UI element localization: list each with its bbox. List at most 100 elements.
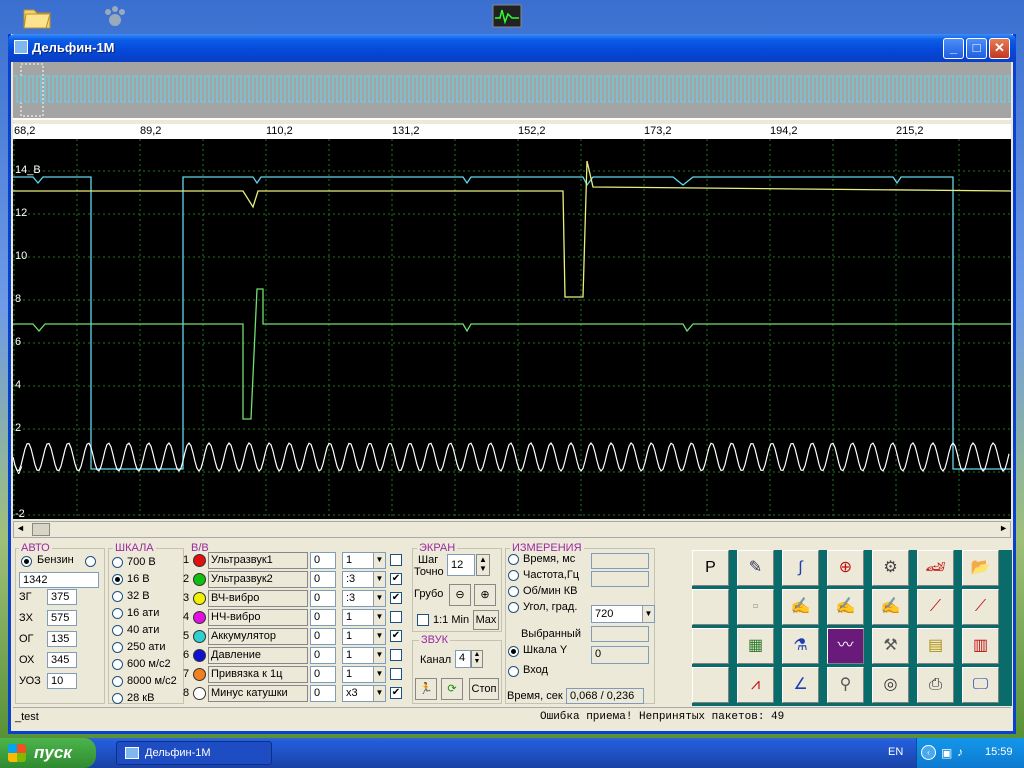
empty-slot[interactable] [692, 589, 729, 625]
chart-edit-2-icon[interactable]: ⟋ [962, 589, 999, 625]
auto-param-field[interactable]: 575 [47, 610, 77, 626]
step-field[interactable]: 12 [447, 554, 475, 576]
auto-param-field[interactable]: 135 [47, 631, 77, 647]
minimize-button[interactable]: _ [943, 38, 964, 59]
refresh-button[interactable]: ⟳ [441, 678, 463, 700]
channel-name-button[interactable]: Аккумулятор [208, 628, 308, 645]
chevron-down-icon[interactable]: ▼ [373, 686, 385, 701]
oscilloscope-display[interactable]: 14_В 12 10 8 6 4 2 V -2 [12, 139, 1012, 520]
overview-strip[interactable] [13, 62, 1013, 120]
desktop-oscilloscope-icon[interactable] [492, 4, 522, 34]
rpm-field[interactable]: 1342 [19, 572, 99, 588]
chevron-down-icon[interactable]: ▼ [373, 648, 385, 663]
run-button[interactable]: 🏃 [415, 678, 437, 700]
chevron-down-icon[interactable]: ▼ [373, 572, 385, 587]
hand-edit-icon[interactable]: ✍ [782, 589, 819, 625]
measure-option-radio[interactable] [508, 602, 519, 613]
channel-multiplier-combo[interactable]: 1 ▼ [342, 628, 386, 645]
empty-slot[interactable] [692, 628, 729, 664]
network-icon[interactable]: ▣ [941, 746, 952, 760]
title-bar[interactable]: Дельфин-1М _ □ ✕ [8, 34, 1016, 62]
p-button[interactable]: P [692, 550, 729, 586]
tools-icon[interactable]: ⚒ [872, 628, 909, 664]
hand-edit-3-icon[interactable]: ✍ [872, 589, 909, 625]
step-spinner[interactable]: ▲ ▼ [476, 554, 490, 576]
fuel-petrol-radio[interactable] [21, 556, 32, 567]
scale-option-radio[interactable] [112, 659, 123, 670]
channel-name-button[interactable]: НЧ-вибро [208, 609, 308, 626]
channel-name-button[interactable]: Привязка к 1ц [208, 666, 308, 683]
overview-window-marker[interactable] [20, 63, 44, 117]
desktop-folder-icon[interactable] [22, 2, 52, 32]
auto-param-field[interactable]: 375 [47, 589, 77, 605]
stop-button[interactable]: Стоп [469, 678, 499, 700]
channel-multiplier-combo[interactable]: 1 ▼ [342, 666, 386, 683]
channel-name-button[interactable]: ВЧ-вибро [208, 590, 308, 607]
scale-option-radio[interactable] [112, 557, 123, 568]
close-button[interactable]: ✕ [989, 38, 1010, 59]
channel-multiplier-combo[interactable]: :3 ▼ [342, 571, 386, 588]
database-icon[interactable]: ▤ [917, 628, 954, 664]
integral-icon[interactable]: ∫ [782, 550, 819, 586]
angle-combo[interactable]: 720 ▼ [591, 605, 655, 623]
chevron-down-icon[interactable]: ▼ [642, 606, 654, 622]
scale-option-radio[interactable] [112, 693, 123, 704]
line-chart-icon[interactable]: ⩘ [737, 667, 774, 703]
bar-chart-icon[interactable]: ▥ [962, 628, 999, 664]
channel-enable-check[interactable]: ✔ [390, 573, 402, 585]
channel-name-button[interactable]: Ультразвук1 [208, 552, 308, 569]
chart-edit-icon[interactable]: ⟋ [917, 589, 954, 625]
gear-icon[interactable]: ⚙ [872, 550, 909, 586]
chevron-down-icon[interactable]: ▼ [373, 553, 385, 568]
cube-icon[interactable]: ▦ [737, 628, 774, 664]
measure-option-radio[interactable] [508, 554, 519, 565]
scale-option-radio[interactable] [112, 676, 123, 687]
channel-name-button[interactable]: Ультразвук2 [208, 571, 308, 588]
channel-name-button[interactable]: Минус катушки [208, 685, 308, 702]
chevron-down-icon[interactable]: ▼ [373, 610, 385, 625]
auto-param-field[interactable]: 345 [47, 652, 77, 668]
channel-enable-check[interactable]: ✔ [390, 630, 402, 642]
scale-y-radio[interactable] [508, 646, 519, 657]
channel-enable-check[interactable]: ✔ [390, 592, 402, 604]
maximize-button[interactable]: □ [966, 38, 987, 59]
max-button[interactable]: Max [473, 610, 499, 630]
channel-multiplier-combo[interactable]: 1 ▼ [342, 647, 386, 664]
fuel-other-radio[interactable] [85, 556, 96, 567]
screen-chart-icon[interactable]: 🖵 [962, 667, 999, 703]
probe-icon[interactable]: ⚲ [827, 667, 864, 703]
channel-enable-check[interactable]: ✔ [390, 687, 402, 699]
measure-option-radio[interactable] [508, 570, 519, 581]
channel-multiplier-combo[interactable]: 1 ▼ [342, 552, 386, 569]
start-button[interactable]: пуск [0, 738, 96, 768]
channel-enable-check[interactable] [390, 554, 402, 566]
crosshair-icon[interactable]: ⊕ [827, 550, 864, 586]
horizontal-scrollbar[interactable]: ◄ ► [13, 521, 1011, 538]
hand-edit-2-icon[interactable]: ✍ [827, 589, 864, 625]
channel-enable-check[interactable] [390, 611, 402, 623]
pencil-icon[interactable]: ✎ [737, 550, 774, 586]
scroll-left-arrow[interactable]: ◄ [16, 523, 25, 533]
channel-multiplier-combo[interactable]: x3 ▼ [342, 685, 386, 702]
channel-multiplier-combo[interactable]: 1 ▼ [342, 609, 386, 626]
measure-option-radio[interactable] [508, 586, 519, 597]
empty-slot[interactable] [692, 667, 729, 703]
channel-enable-check[interactable] [390, 649, 402, 661]
folder-open-icon[interactable]: 📂 [962, 550, 999, 586]
scale-option-radio[interactable] [112, 642, 123, 653]
flask-icon[interactable]: ⚗ [782, 628, 819, 664]
printer-icon[interactable]: ⎙ [917, 667, 954, 703]
scroll-right-arrow[interactable]: ► [999, 523, 1008, 533]
tray-expand-icon[interactable]: ‹ [921, 745, 936, 760]
volume-icon[interactable]: ♪ [957, 745, 963, 759]
scale-option-radio[interactable] [112, 574, 123, 585]
lasso-icon[interactable]: ◎ [872, 667, 909, 703]
chevron-down-icon[interactable]: ▼ [373, 591, 385, 606]
scale-option-radio[interactable] [112, 608, 123, 619]
scale-option-radio[interactable] [112, 591, 123, 602]
race-car-icon[interactable]: 🏎 [917, 550, 954, 586]
sound-channel-spinner[interactable]: ▲ ▼ [471, 650, 483, 668]
minmax-check[interactable] [417, 614, 429, 626]
zoom-in-button[interactable]: ⊕ [474, 584, 496, 606]
channel-enable-check[interactable] [390, 668, 402, 680]
